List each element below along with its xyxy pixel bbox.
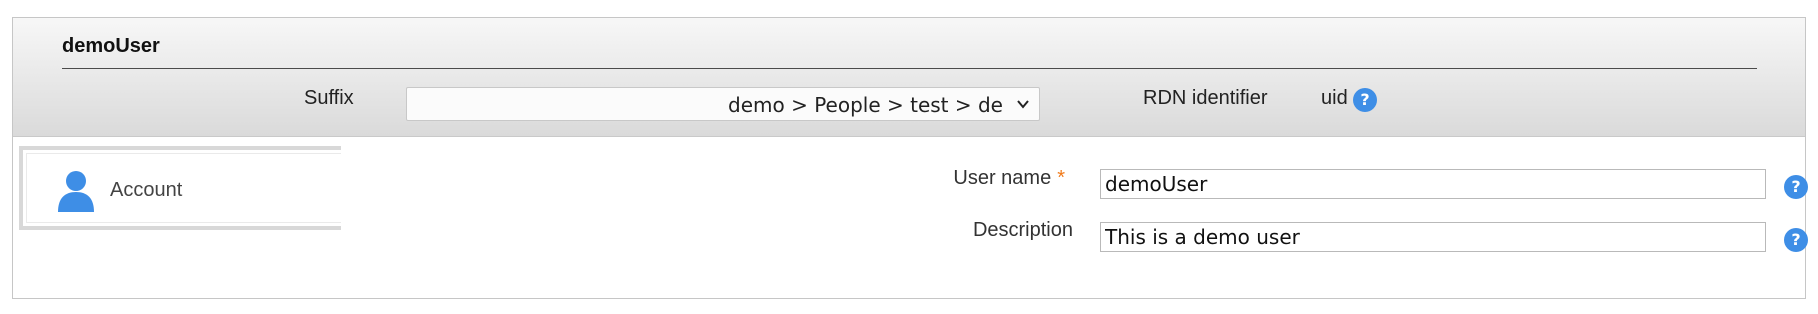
page-title: demoUser	[62, 35, 160, 57]
chevron-down-icon	[1017, 100, 1029, 109]
tab-account-body: Account	[26, 153, 341, 223]
entity-panel: demoUser Suffix demo > People > test > d…	[12, 17, 1808, 299]
username-input[interactable]	[1100, 169, 1766, 199]
tab-account[interactable]: Account	[19, 146, 341, 230]
description-input[interactable]	[1100, 222, 1766, 252]
description-label: Description	[972, 219, 1073, 241]
suffix-select[interactable]: demo > People > test > de	[406, 87, 1040, 121]
suffix-select-value: demo > People > test > de	[728, 93, 1003, 117]
description-help-icon[interactable]: ?	[1784, 228, 1808, 252]
rdn-identifier-value: uid	[1321, 87, 1348, 109]
title-divider	[62, 68, 1757, 69]
username-label: User name *	[953, 167, 1065, 190]
suffix-label: Suffix	[304, 87, 354, 109]
username-label-text: User name	[953, 167, 1052, 189]
username-help-icon[interactable]: ?	[1784, 175, 1808, 199]
rdn-identifier-label: RDN identifier	[1143, 87, 1268, 109]
tab-account-label: Account	[110, 179, 183, 201]
user-icon	[58, 171, 94, 212]
rdn-help-icon[interactable]: ?	[1353, 88, 1377, 112]
entity-header: demoUser Suffix demo > People > test > d…	[13, 18, 1805, 137]
required-marker: *	[1057, 167, 1065, 189]
